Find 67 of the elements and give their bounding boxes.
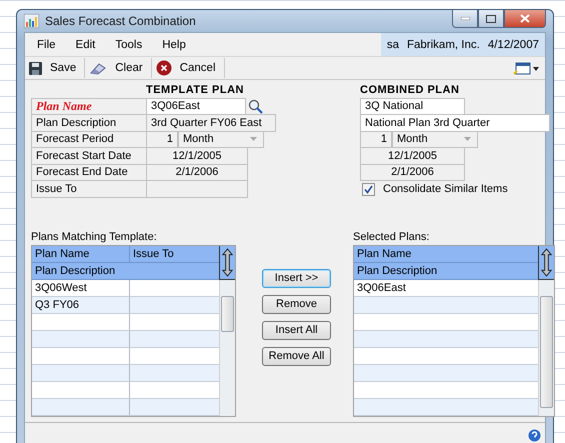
checkbox[interactable] <box>362 182 375 196</box>
maximize-button[interactable] <box>478 10 504 28</box>
scrollbar[interactable] <box>219 280 235 416</box>
maximize-icon <box>486 14 496 22</box>
window-options-icon[interactable] <box>513 62 539 74</box>
toolbar-button[interactable]: Save <box>25 58 86 78</box>
column-header[interactable]: Plan Description <box>32 262 219 278</box>
column-header[interactable]: Plan Name <box>32 246 130 262</box>
empty-grid-row[interactable] <box>354 348 538 364</box>
action-button[interactable]: Remove <box>262 294 331 314</box>
app-icon <box>24 14 39 28</box>
action-button[interactable]: Insert All <box>262 320 331 340</box>
input-field: 3rd Quarter FY06 East <box>146 114 276 132</box>
empty-grid-row[interactable] <box>32 330 219 348</box>
toolbar-button[interactable]: Clear <box>85 58 152 78</box>
empty-grid-row[interactable] <box>354 330 538 348</box>
table-cell: 3Q06West <box>32 280 130 296</box>
period-dropdown: Month <box>178 130 264 148</box>
resize-arrows-icon[interactable] <box>221 246 234 278</box>
resize-arrows-icon[interactable] <box>540 246 553 278</box>
empty-grid-row[interactable] <box>32 348 219 364</box>
input-field: 2/1/2006 <box>360 164 465 181</box>
empty-grid-row[interactable] <box>32 398 219 416</box>
empty-grid-row[interactable] <box>32 364 219 382</box>
table-cell: Q3 FY06 <box>32 296 130 312</box>
column-header[interactable]: Plan Description <box>354 262 538 278</box>
empty-grid-row[interactable] <box>354 398 538 416</box>
menu-item[interactable]: Edit <box>66 33 106 56</box>
toolbar-button[interactable]: Cancel <box>152 58 225 78</box>
scrollbar[interactable] <box>538 280 554 416</box>
empty-grid-row[interactable] <box>354 314 538 330</box>
list-label: Plans Matching Template: <box>31 230 158 242</box>
dropdown-arrow-icon[interactable] <box>464 137 471 142</box>
input-field: 12/1/2005 <box>146 147 248 164</box>
help-icon[interactable] <box>528 428 541 442</box>
input-field[interactable]: 3Q06East <box>146 98 246 115</box>
close-button[interactable] <box>504 10 546 28</box>
menu-item[interactable]: Tools <box>105 33 152 56</box>
section-heading: COMBINED PLAN <box>360 84 460 96</box>
column-header[interactable]: Plan Name <box>354 246 538 262</box>
empty-grid-row[interactable] <box>354 296 538 314</box>
cancel-icon <box>156 60 172 76</box>
menu-item[interactable]: Help <box>152 33 196 56</box>
close-icon <box>520 14 530 23</box>
column-header[interactable]: Issue To <box>130 246 219 262</box>
action-button[interactable]: Insert >> <box>262 268 331 288</box>
empty-grid-row[interactable] <box>354 382 538 398</box>
input-field[interactable]: National Plan 3rd Quarter <box>360 114 550 132</box>
list-label: Selected Plans: <box>353 230 430 242</box>
search-icon[interactable] <box>248 99 263 114</box>
section-heading: TEMPLATE PLAN <box>146 84 245 96</box>
empty-grid-row[interactable] <box>32 314 219 330</box>
field-label: Issue To <box>31 180 146 198</box>
user-info: sa Fabrikam, Inc. 4/12/2007 <box>380 33 545 56</box>
menu-item[interactable]: File <box>25 33 66 56</box>
empty-grid-row[interactable] <box>32 382 219 398</box>
action-button[interactable]: Remove All <box>262 346 331 366</box>
window-title: Sales Forecast Combination <box>45 14 196 28</box>
table-cell-text: 3Q06East <box>356 280 407 296</box>
empty-grid-row[interactable] <box>354 364 538 382</box>
eraser-icon <box>89 62 108 74</box>
minimize-icon <box>460 17 470 20</box>
dropdown-arrow-icon[interactable] <box>250 137 257 142</box>
input-field[interactable]: 3Q National <box>360 98 465 115</box>
input-field: 12/1/2005 <box>360 147 465 164</box>
checkbox-label: Consolidate Similar Items <box>383 183 508 196</box>
minimize-button[interactable] <box>452 10 478 28</box>
